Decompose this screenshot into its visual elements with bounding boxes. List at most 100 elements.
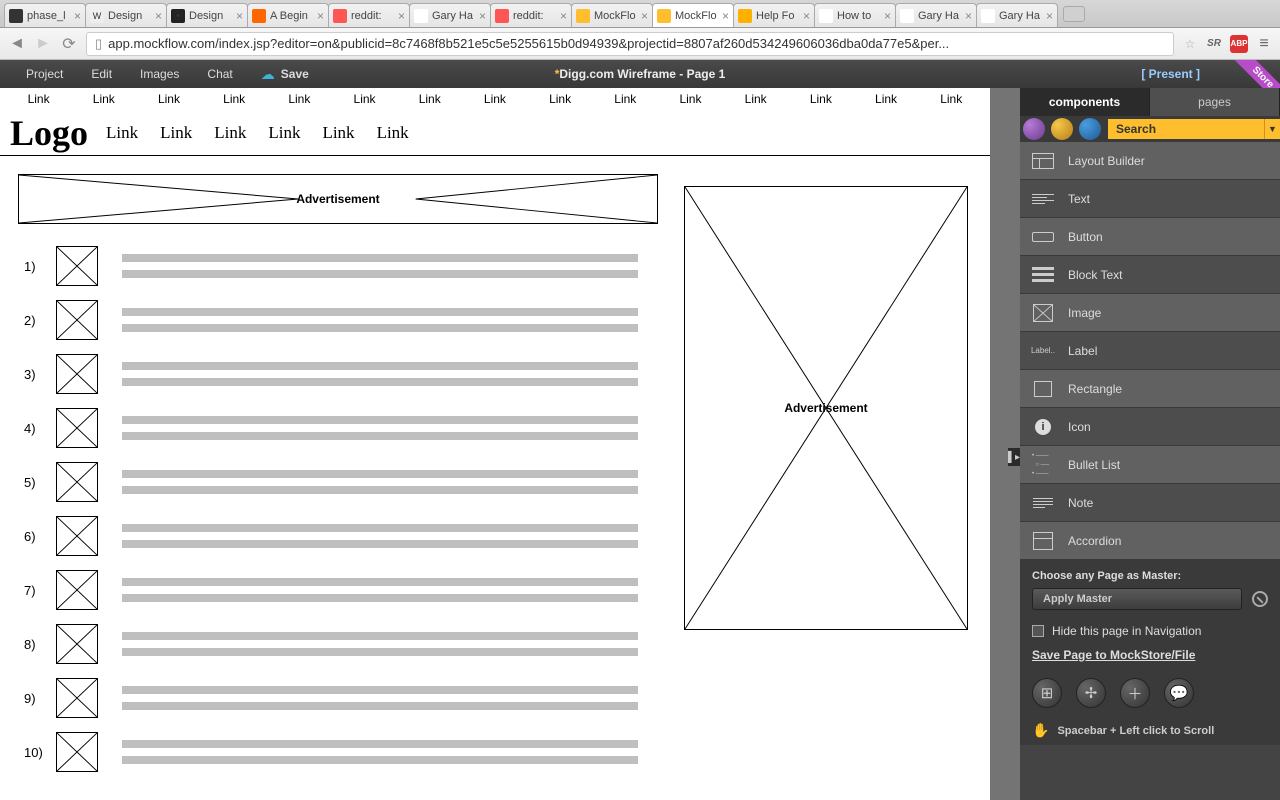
hide-nav-checkbox[interactable]	[1032, 625, 1044, 637]
image-placeholder[interactable]	[56, 732, 98, 772]
list-item[interactable]: 5)	[24, 462, 638, 502]
palette-orb-2[interactable]	[1051, 118, 1073, 140]
clear-master-icon[interactable]	[1252, 591, 1268, 607]
nav-link[interactable]: Link	[377, 123, 409, 143]
list-item[interactable]: 9)	[24, 678, 638, 718]
browser-tab[interactable]: Gary Ha×	[976, 3, 1058, 27]
nav-link[interactable]: Link	[940, 92, 962, 106]
menu-edit[interactable]: Edit	[77, 67, 126, 81]
image-placeholder[interactable]	[56, 462, 98, 502]
image-placeholder[interactable]	[56, 408, 98, 448]
image-placeholder[interactable]	[56, 678, 98, 718]
browser-tab[interactable]: WDesign×	[85, 3, 167, 27]
list-item[interactable]: 10)	[24, 732, 638, 772]
search-input[interactable]: Search	[1108, 119, 1264, 139]
list-item[interactable]: 2)	[24, 300, 638, 340]
tab-components[interactable]: components	[1020, 88, 1150, 116]
component-button[interactable]: Button	[1020, 218, 1280, 256]
close-icon[interactable]: ×	[641, 9, 648, 23]
close-icon[interactable]: ×	[884, 9, 891, 23]
nav-link[interactable]: Link	[268, 123, 300, 143]
component-bullet-list[interactable]: • ─── ○ ──• ───Bullet List	[1020, 446, 1280, 484]
image-placeholder[interactable]	[56, 300, 98, 340]
list-item[interactable]: 3)	[24, 354, 638, 394]
nav-link[interactable]: Link	[214, 123, 246, 143]
guides-tool-icon[interactable]: ✢	[1076, 678, 1106, 708]
component-image[interactable]: Image	[1020, 294, 1280, 332]
logo-placeholder[interactable]: Logo	[10, 112, 88, 154]
menu-project[interactable]: Project	[12, 67, 77, 81]
list-item[interactable]: 7)	[24, 570, 638, 610]
ad-banner-placeholder[interactable]: Advertisement	[18, 174, 658, 224]
reload-button[interactable]: ⟳	[60, 35, 78, 53]
browser-tab[interactable]: reddit:×	[328, 3, 410, 27]
browser-menu-icon[interactable]: ≡	[1256, 36, 1272, 52]
nav-link[interactable]: Link	[93, 92, 115, 106]
browser-tab[interactable]: A Begin×	[247, 3, 329, 27]
nav-link[interactable]: Link	[810, 92, 832, 106]
nav-link[interactable]: Link	[160, 123, 192, 143]
nav-link[interactable]: Link	[354, 92, 376, 106]
new-tab-button[interactable]	[1063, 6, 1085, 22]
image-placeholder[interactable]	[56, 570, 98, 610]
close-icon[interactable]: ×	[155, 9, 162, 23]
add-tool-icon[interactable]: ＋	[1120, 678, 1150, 708]
image-placeholder[interactable]	[56, 516, 98, 556]
nav-link[interactable]: Link	[28, 92, 50, 106]
nav-link[interactable]: Link	[614, 92, 636, 106]
component-icon[interactable]: iIcon	[1020, 408, 1280, 446]
ad-box-placeholder[interactable]: Advertisement	[684, 186, 968, 630]
close-icon[interactable]: ×	[560, 9, 567, 23]
canvas-area[interactable]: Link Link Link Link Link Link Link Link Link Link…	[0, 88, 1020, 800]
abp-extension-icon[interactable]: ABP	[1230, 35, 1248, 53]
panel-collapse-handle[interactable]: ▌▸	[1008, 448, 1020, 466]
url-field[interactable]: ▯ app.mockflow.com/index.jsp?editor=on&p…	[86, 32, 1174, 56]
component-accordion[interactable]: Accordion	[1020, 522, 1280, 560]
image-placeholder[interactable]	[56, 246, 98, 286]
save-button[interactable]: ☁ Save	[247, 66, 323, 83]
comment-tool-icon[interactable]: 💬	[1164, 678, 1194, 708]
close-icon[interactable]: ×	[1046, 9, 1053, 23]
list-item[interactable]: 6)	[24, 516, 638, 556]
nav-link[interactable]: Link	[679, 92, 701, 106]
tab-pages[interactable]: pages	[1150, 88, 1280, 116]
close-icon[interactable]: ×	[398, 9, 405, 23]
menu-images[interactable]: Images	[126, 67, 193, 81]
close-icon[interactable]: ×	[965, 9, 972, 23]
apply-master-button[interactable]: Apply Master	[1032, 588, 1242, 610]
nav-link[interactable]: Link	[549, 92, 571, 106]
component-label[interactable]: Label..Label	[1020, 332, 1280, 370]
nav-link[interactable]: Link	[875, 92, 897, 106]
close-icon[interactable]: ×	[722, 9, 729, 23]
component-note[interactable]: Note	[1020, 484, 1280, 522]
close-icon[interactable]: ×	[479, 9, 486, 23]
nav-link[interactable]: Link	[223, 92, 245, 106]
nav-link[interactable]: Link	[322, 123, 354, 143]
nav-link[interactable]: Link	[288, 92, 310, 106]
close-icon[interactable]: ×	[236, 9, 243, 23]
close-icon[interactable]: ×	[803, 9, 810, 23]
component-block-text[interactable]: Block Text	[1020, 256, 1280, 294]
present-button[interactable]: [ Present ]	[1141, 67, 1200, 81]
browser-tab[interactable]: How to×	[814, 3, 896, 27]
list-item[interactable]: 4)	[24, 408, 638, 448]
list-item[interactable]: 1)	[24, 246, 638, 286]
browser-tab[interactable]: Gary Ha×	[895, 3, 977, 27]
browser-tab[interactable]: phase_l×	[4, 3, 86, 27]
component-rectangle[interactable]: Rectangle	[1020, 370, 1280, 408]
nav-link[interactable]: Link	[484, 92, 506, 106]
search-dropdown-icon[interactable]: ▼	[1264, 119, 1280, 139]
browser-tab[interactable]: Gary Ha×	[409, 3, 491, 27]
image-placeholder[interactable]	[56, 624, 98, 664]
nav-link[interactable]: Link	[745, 92, 767, 106]
menu-chat[interactable]: Chat	[193, 67, 246, 81]
palette-orb-1[interactable]	[1023, 118, 1045, 140]
close-icon[interactable]: ×	[74, 9, 81, 23]
browser-tab[interactable]: MockFlo×	[571, 3, 653, 27]
bookmark-star-icon[interactable]: ☆	[1182, 36, 1198, 52]
close-icon[interactable]: ×	[317, 9, 324, 23]
save-page-link[interactable]: Save Page to MockStore/File	[1032, 648, 1195, 662]
component-layout-builder[interactable]: Layout Builder	[1020, 142, 1280, 180]
image-placeholder[interactable]	[56, 354, 98, 394]
sr-extension-icon[interactable]: SR	[1206, 36, 1222, 52]
